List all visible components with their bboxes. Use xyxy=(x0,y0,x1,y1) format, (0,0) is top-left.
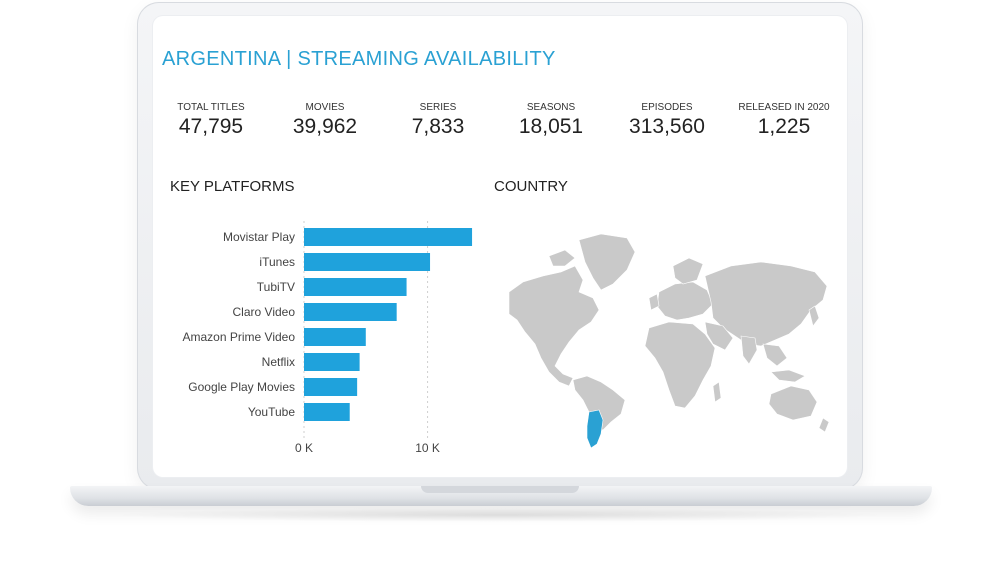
category-label: Netflix xyxy=(262,355,295,369)
kpi-label: SEASONS xyxy=(526,102,576,113)
kpi-label: RELEASED IN 2020 xyxy=(738,102,830,113)
country-title: COUNTRY xyxy=(494,178,568,195)
x-tick-label: 0 K xyxy=(295,441,313,455)
bar[interactable] xyxy=(304,403,350,421)
map-india xyxy=(740,335,758,365)
map-argentina xyxy=(586,409,604,449)
kpi-seasons: SEASONS 18,051 xyxy=(496,102,606,139)
kpi-value: 39,962 xyxy=(292,115,358,138)
bar[interactable] xyxy=(304,228,473,246)
map-land xyxy=(509,233,830,433)
kpi-label: EPISODES xyxy=(641,102,693,113)
page-title: ARGENTINA | STREAMING AVAILABILITY xyxy=(162,48,556,70)
bar[interactable] xyxy=(304,378,358,396)
country-world-map xyxy=(509,233,830,449)
category-label: Claro Video xyxy=(233,305,296,319)
map-australia xyxy=(768,385,818,421)
bar[interactable] xyxy=(304,303,397,321)
bar[interactable] xyxy=(304,253,431,271)
map-japan xyxy=(808,305,820,327)
kpi-value: 18,051 xyxy=(518,115,584,138)
kpi-total-titles: TOTAL TITLES 47,795 xyxy=(156,102,266,139)
bar[interactable] xyxy=(304,278,407,296)
bar[interactable] xyxy=(304,328,366,346)
map-new-zealand xyxy=(818,417,830,433)
kpi-label: TOTAL TITLES xyxy=(177,102,245,113)
map-greenland xyxy=(578,233,636,291)
map-europe xyxy=(656,281,714,321)
x-tick-label: 10 K xyxy=(415,441,440,455)
kpi-released-2020: RELEASED IN 2020 1,225 xyxy=(729,102,839,139)
key-platforms-title: KEY PLATFORMS xyxy=(170,178,295,195)
kpi-value: 47,795 xyxy=(178,115,244,138)
dashboard-screen: ARGENTINA | STREAMING AVAILABILITY TOTAL… xyxy=(153,16,847,477)
kpi-value: 1,225 xyxy=(757,115,811,138)
category-label: Google Play Movies xyxy=(188,380,295,394)
map-north-america xyxy=(509,265,600,387)
map-southeast-asia xyxy=(762,343,788,367)
platforms-bar-chart: 0 K 10 K Movistar Play iTunes TubiTV Claro Vi… xyxy=(183,221,473,455)
kpi-value: 7,833 xyxy=(411,115,465,138)
kpi-episodes: EPISODES 313,560 xyxy=(612,102,722,139)
laptop-notch xyxy=(421,486,579,493)
map-africa xyxy=(644,321,716,409)
category-label: TubiTV xyxy=(257,280,295,294)
laptop-shadow xyxy=(110,508,890,522)
category-label: YouTube xyxy=(248,405,295,419)
kpi-label: SERIES xyxy=(419,102,457,113)
kpi-movies: MOVIES 39,962 xyxy=(270,102,380,139)
map-arctic-islands xyxy=(548,249,576,267)
category-label: iTunes xyxy=(259,255,295,269)
category-label: Amazon Prime Video xyxy=(183,330,296,344)
map-scandinavia xyxy=(672,257,704,285)
map-uk xyxy=(648,293,660,311)
bar[interactable] xyxy=(304,353,360,371)
kpi-value: 313,560 xyxy=(629,115,705,138)
map-madagascar xyxy=(712,381,722,403)
category-label: Movistar Play xyxy=(223,230,295,244)
map-indonesia xyxy=(770,369,806,383)
kpi-series: SERIES 7,833 xyxy=(383,102,493,139)
kpi-label: MOVIES xyxy=(305,102,345,113)
